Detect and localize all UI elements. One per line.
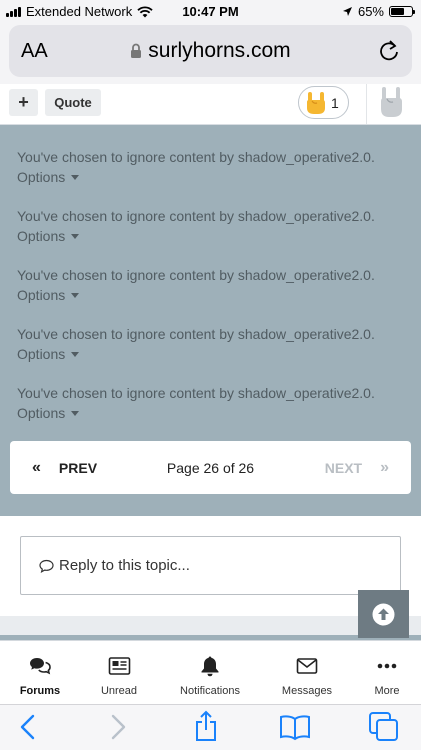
options-label: Options [17,405,66,421]
multiquote-add-button[interactable]: + [9,89,38,116]
options-label: Options [17,228,66,244]
forward-arrow-icon[interactable] [108,713,128,741]
reload-icon[interactable] [378,38,400,62]
next-page-button[interactable]: NEXT » [325,459,389,477]
caret-down-icon [71,292,80,298]
ignored-post: You've chosen to ignore content by shado… [17,206,397,246]
nav-forums[interactable]: Forums [0,655,82,697]
nav-messages[interactable]: Messages [265,655,349,697]
scroll-to-top-button[interactable] [358,590,409,638]
reaction-count-button[interactable]: 1 [298,86,349,119]
reply-placeholder: Reply to this topic... [59,557,190,574]
comment-icon [39,559,54,573]
caret-down-icon [71,233,80,239]
battery-fill [391,8,404,15]
address-bar[interactable]: AA surlyhorns.com [9,25,412,77]
browser-address-area: AA surlyhorns.com [0,22,421,84]
nav-label: Notifications [180,685,240,697]
battery-icon [389,6,415,17]
envelope-icon [296,658,318,674]
ignored-message: You've chosen to ignore content by shado… [17,267,375,283]
horns-emoji-icon [307,92,325,114]
options-dropdown[interactable]: Options [17,285,80,305]
options-dropdown[interactable]: Options [17,403,80,423]
ignored-post: You've chosen to ignore content by shado… [17,265,397,305]
ignored-message: You've chosen to ignore content by shado… [17,149,375,165]
caret-down-icon [71,351,80,357]
forums-icon [30,658,51,675]
options-dropdown[interactable]: Options [17,226,80,246]
options-dropdown[interactable]: Options [17,344,80,364]
more-icon [377,663,397,669]
lock-icon [131,44,142,59]
bottom-nav: Forums Unread Notifications Messages Mor… [0,640,421,704]
reaction-count: 1 [331,95,339,111]
options-label: Options [17,346,66,362]
location-arrow-icon [342,7,352,16]
url-text: surlyhorns.com [148,39,291,62]
ignored-post: You've chosen to ignore content by shado… [17,147,397,187]
double-chevron-right-icon: » [380,459,389,476]
caret-down-icon [71,410,80,416]
ignored-message: You've chosen to ignore content by shado… [17,385,375,401]
nav-label: Unread [100,685,138,697]
back-arrow-icon[interactable] [18,713,38,741]
nav-unread[interactable]: Unread [77,655,161,697]
horns-grey-icon [381,87,402,117]
ignored-post: You've chosen to ignore content by shado… [17,383,397,423]
nav-label: More [374,685,400,697]
caret-down-icon [71,174,80,180]
safari-toolbar [0,704,421,750]
quote-button[interactable]: Quote [45,89,101,116]
nav-notifications[interactable]: Notifications [168,655,252,697]
options-label: Options [17,169,66,185]
share-icon[interactable] [193,710,219,742]
address-display[interactable]: surlyhorns.com [9,39,412,63]
tabs-icon[interactable] [368,711,400,743]
post-actions-bar: + Quote 1 [0,84,421,125]
status-bar: Extended Network 10:47 PM 65% [0,0,421,22]
reply-editor[interactable]: Reply to this topic... [20,536,401,595]
bookmarks-icon[interactable] [279,713,311,741]
ignored-message: You've chosen to ignore content by shado… [17,326,375,342]
arrow-up-circle-icon [372,603,395,626]
nav-more[interactable]: More [345,655,421,697]
react-button[interactable] [366,84,421,124]
bell-icon [201,656,219,677]
ignored-post: You've chosen to ignore content by shado… [17,324,397,364]
status-right: 65% [342,4,415,19]
options-dropdown[interactable]: Options [17,167,80,187]
nav-label: Forums [19,685,61,697]
nav-label: Messages [281,685,333,697]
battery-percent: 65% [357,4,384,19]
next-label: NEXT [324,460,363,476]
ignored-message: You've chosen to ignore content by shado… [17,208,375,224]
options-label: Options [17,287,66,303]
unread-icon [108,657,131,675]
pagination: « PREV Page 26 of 26 NEXT » [10,441,411,494]
